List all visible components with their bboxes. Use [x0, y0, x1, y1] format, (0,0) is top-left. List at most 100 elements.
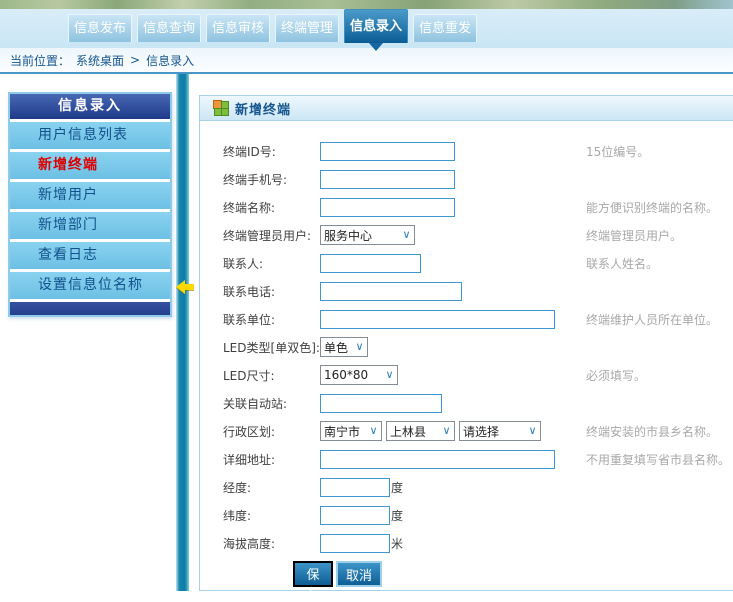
- unit-label: 度: [391, 507, 403, 524]
- selected-value: 南宁市: [321, 423, 360, 440]
- field-label: 终端ID号:: [223, 143, 320, 160]
- save-button[interactable]: 保存: [293, 561, 333, 587]
- selected-value: 上林县: [387, 423, 426, 440]
- arrow-tail: [184, 284, 194, 290]
- chevron-down-icon: ∨: [366, 422, 381, 440]
- chevron-down-icon: ∨: [525, 422, 540, 440]
- unit-label: 米: [391, 535, 403, 552]
- longitude-input[interactable]: [320, 478, 390, 497]
- terminal-name-input[interactable]: [320, 198, 455, 217]
- form-row-longitude: 经度: 度: [200, 473, 733, 501]
- field-label: 联系电话:: [223, 283, 320, 300]
- content-area: 信息录入 用户信息列表 新增终端 新增用户 新增部门 查看日志 设置信息位名称 …: [0, 74, 733, 591]
- form-row-contact-person: 联系人: 联系人姓名。: [200, 249, 733, 277]
- form-row-latitude: 纬度: 度: [200, 501, 733, 529]
- field-hint: 联系人姓名。: [586, 255, 658, 272]
- field-hint: 终端安装的市县乡名称。: [586, 423, 718, 440]
- field-hint: 能方便识别终端的名称。: [586, 199, 718, 216]
- tab-info-publish[interactable]: 信息发布: [68, 14, 132, 42]
- field-label: 终端名称:: [223, 199, 320, 216]
- form-row-contact-phone: 联系电话:: [200, 277, 733, 305]
- sidebar-item-add-user[interactable]: 新增用户: [10, 182, 170, 209]
- tab-info-audit[interactable]: 信息审核: [206, 14, 270, 42]
- contact-phone-input[interactable]: [320, 282, 462, 301]
- selected-value: 单色: [321, 339, 348, 356]
- tab-terminal-manage[interactable]: 终端管理: [275, 14, 339, 42]
- auto-station-input[interactable]: [320, 394, 442, 413]
- field-label: 联系人:: [223, 255, 320, 272]
- field-label: 纬度:: [223, 507, 320, 524]
- breadcrumb: 当前位置： 系统桌面 > 信息录入: [0, 48, 733, 72]
- chevron-down-icon: ∨: [352, 338, 367, 356]
- form-row-detail-address: 详细地址: 不用重复填写省市县名称。: [200, 445, 733, 473]
- field-hint: 终端管理员用户。: [586, 227, 682, 244]
- tab-info-query[interactable]: 信息查询: [137, 14, 201, 42]
- unit-label: 度: [391, 479, 403, 496]
- terminal-phone-input[interactable]: [320, 170, 455, 189]
- sidebar-item-set-infoslot-name[interactable]: 设置信息位名称: [10, 272, 170, 299]
- breadcrumb-separator: >: [130, 53, 140, 67]
- field-hint: 终端维护人员所在单位。: [586, 311, 718, 328]
- field-label: 行政区划:: [223, 423, 320, 440]
- form-row-altitude: 海拔高度: 米: [200, 529, 733, 557]
- selected-value: 请选择: [460, 423, 499, 440]
- sidebar-title: 信息录入: [10, 94, 170, 119]
- panel-header: 新增终端: [200, 96, 733, 121]
- field-hint: 必须填写。: [586, 367, 646, 384]
- sidebar-item-user-info-list[interactable]: 用户信息列表: [10, 122, 170, 149]
- selected-value: 服务中心: [321, 227, 372, 244]
- add-terminal-panel: 新增终端 终端ID号: 15位编号。 终端手机号: 终端名称: 能方便识别终端的…: [199, 95, 733, 591]
- form-row-terminal-id: 终端ID号: 15位编号。: [200, 137, 733, 165]
- field-label: 联系单位:: [223, 311, 320, 328]
- form-row-terminal-name: 终端名称: 能方便识别终端的名称。: [200, 193, 733, 221]
- latitude-input[interactable]: [320, 506, 390, 525]
- sidebar-menu: 信息录入 用户信息列表 新增终端 新增用户 新增部门 查看日志 设置信息位名称: [8, 92, 172, 317]
- form-row-admin-region: 行政区划: 南宁市 ∨ 上林县 ∨ 请选择 ∨ 终端安装的市县乡名称。: [200, 417, 733, 445]
- field-label: 海拔高度:: [223, 535, 320, 552]
- breadcrumb-home-link[interactable]: 系统桌面: [76, 52, 124, 69]
- form-actions: 保存 取消: [200, 561, 733, 587]
- city-select[interactable]: 南宁市 ∨: [320, 421, 382, 441]
- sidebar-footer-bar: [10, 302, 170, 315]
- tab-info-entry[interactable]: 信息录入: [344, 9, 408, 43]
- panel-title: 新增终端: [235, 99, 291, 118]
- form-row-auto-station: 关联自动站:: [200, 389, 733, 417]
- led-type-select[interactable]: 单色 ∨: [320, 337, 368, 357]
- form-row-led-type: LED类型[单双色]: 单色 ∨: [200, 333, 733, 361]
- detail-address-input[interactable]: [320, 450, 555, 469]
- chevron-down-icon: ∨: [399, 226, 414, 244]
- blocks-icon: [215, 102, 228, 115]
- sidebar-splitter-bar[interactable]: [176, 74, 189, 591]
- tab-info-resend[interactable]: 信息重发: [413, 14, 477, 42]
- sidebar-item-add-terminal[interactable]: 新增终端: [10, 152, 170, 179]
- form-row-admin-user: 终端管理员用户: 服务中心 ∨ 终端管理员用户。: [200, 221, 733, 249]
- selected-value: 160*80: [321, 368, 368, 382]
- field-label: LED类型[单双色]:: [223, 339, 320, 356]
- field-label: 终端管理员用户:: [223, 227, 320, 244]
- collapse-left-arrow-icon[interactable]: [176, 280, 196, 294]
- tab-label: 信息录入: [350, 19, 402, 34]
- form-row-terminal-phone: 终端手机号:: [200, 165, 733, 193]
- field-hint: 15位编号。: [586, 143, 649, 160]
- town-select[interactable]: 请选择 ∨: [459, 421, 541, 441]
- field-label: 详细地址:: [223, 451, 320, 468]
- terminal-id-input[interactable]: [320, 142, 455, 161]
- led-size-select[interactable]: 160*80 ∨: [320, 365, 398, 385]
- contact-unit-input[interactable]: [320, 310, 555, 329]
- header-photo-banner: [0, 0, 733, 9]
- sidebar-item-add-department[interactable]: 新增部门: [10, 212, 170, 239]
- county-select[interactable]: 上林县 ∨: [386, 421, 455, 441]
- altitude-input[interactable]: [320, 534, 390, 553]
- sidebar-items: 用户信息列表 新增终端 新增用户 新增部门 查看日志 设置信息位名称: [10, 119, 170, 299]
- field-hint: 不用重复填写省市县名称。: [586, 451, 730, 468]
- contact-person-input[interactable]: [320, 254, 421, 273]
- field-label: LED尺寸:: [223, 367, 320, 384]
- sidebar-item-view-log[interactable]: 查看日志: [10, 242, 170, 269]
- admin-user-select[interactable]: 服务中心 ∨: [320, 225, 415, 245]
- form-row-led-size: LED尺寸: 160*80 ∨ 必须填写。: [200, 361, 733, 389]
- breadcrumb-prefix: 当前位置：: [10, 52, 70, 69]
- chevron-down-icon: ∨: [439, 422, 454, 440]
- top-navigation: 信息发布 信息查询 信息审核 终端管理 信息录入 信息重发: [0, 9, 733, 48]
- cancel-button[interactable]: 取消: [336, 561, 382, 587]
- form-row-contact-unit: 联系单位: 终端维护人员所在单位。: [200, 305, 733, 333]
